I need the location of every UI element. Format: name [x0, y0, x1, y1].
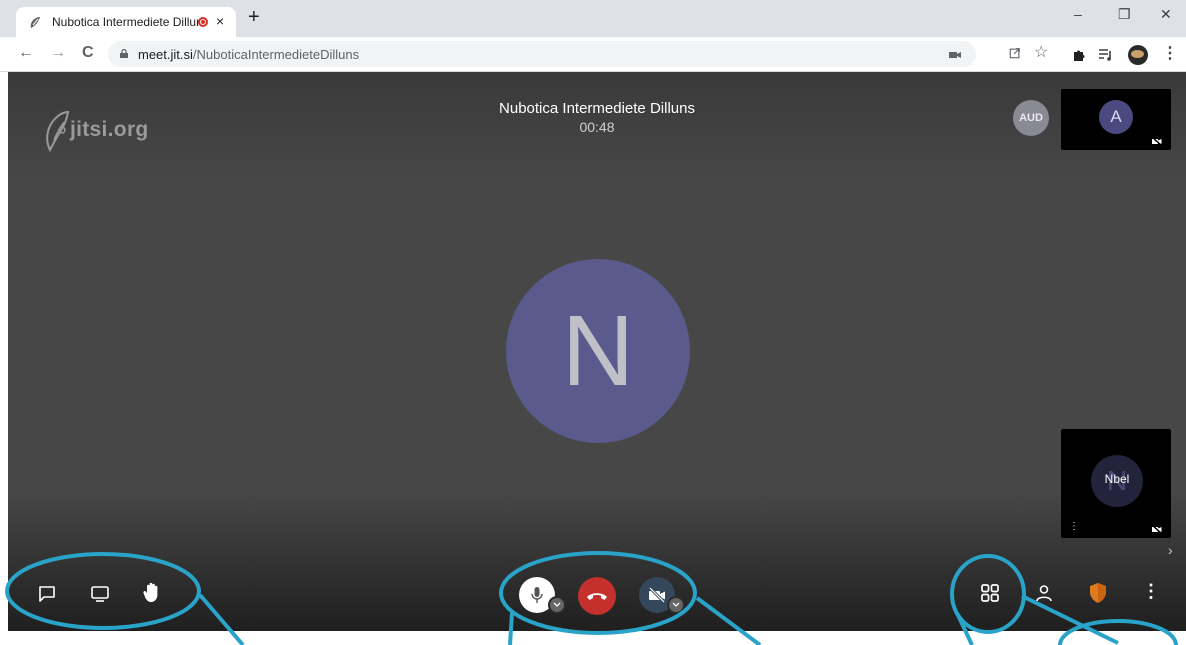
security-shield-icon[interactable]: [1089, 582, 1107, 604]
toggle-filmstrip-icon[interactable]: ›: [1168, 542, 1173, 558]
video-off-icon: [1152, 137, 1162, 146]
chevron-down-icon: [553, 602, 561, 607]
profile-avatar[interactable]: [1128, 45, 1148, 65]
url-text: meet.jit.si/NuboticaIntermedieteDilluns: [138, 47, 359, 62]
meeting-timer: 00:48: [579, 119, 615, 135]
jitsi-favicon-icon: [30, 17, 40, 28]
chevron-down-icon: [672, 602, 680, 607]
media-queue-icon[interactable]: [1098, 48, 1114, 62]
browser-toolbar: ← → C meet.jit.si/NuboticaIntermedieteDi…: [0, 37, 1186, 72]
camera-in-use-icon[interactable]: [948, 49, 962, 61]
video-off-icon: [1152, 525, 1162, 534]
lock-icon: [120, 49, 128, 58]
local-participant-name: Nbel: [1104, 472, 1130, 486]
chat-icon[interactable]: [38, 585, 56, 603]
tab-close-icon[interactable]: ×: [216, 13, 224, 29]
tab-title: Nubotica Intermediete Dillun: [52, 15, 202, 29]
address-bar[interactable]: meet.jit.si/NuboticaIntermedieteDilluns: [108, 41, 976, 67]
audio-participant-badge[interactable]: AUD: [1013, 100, 1049, 136]
url-path: /NuboticaIntermedieteDilluns: [192, 47, 360, 62]
camera-options-chevron-icon[interactable]: [667, 596, 685, 614]
thumbnail-options-icon[interactable]: ⋮: [1069, 521, 1079, 532]
local-participant-avatar: N Nbel: [1091, 455, 1143, 507]
tab-strip: Nubotica Intermediete Dillun × + – ❐ ✕: [0, 0, 1186, 37]
microphone-options-chevron-icon[interactable]: [548, 596, 566, 614]
extensions-puzzle-icon[interactable]: [1072, 48, 1086, 62]
window-close-button[interactable]: ✕: [1160, 6, 1172, 23]
participant-a-avatar: A: [1099, 100, 1133, 134]
bookmark-star-icon[interactable]: ☆: [1034, 45, 1048, 61]
url-host: meet.jit.si: [138, 47, 193, 62]
dominant-speaker-initial: N: [561, 295, 635, 407]
recording-indicator-icon: [198, 17, 208, 27]
screen-share-icon[interactable]: [90, 585, 110, 603]
open-external-icon[interactable]: [1008, 47, 1022, 59]
back-button[interactable]: ←: [18, 45, 34, 61]
browser-tab[interactable]: Nubotica Intermediete Dillun ×: [16, 7, 236, 37]
more-options-icon[interactable]: ⋮: [1142, 581, 1160, 602]
new-tab-button[interactable]: +: [248, 7, 260, 27]
hangup-button[interactable]: [578, 577, 616, 615]
tile-view-icon[interactable]: [980, 583, 1000, 603]
meeting-title: Nubotica Intermediete Dilluns: [499, 100, 695, 117]
dominant-speaker-avatar: N: [506, 259, 690, 443]
participants-icon[interactable]: [1034, 583, 1054, 603]
microphone-icon: [531, 587, 543, 603]
reload-button[interactable]: C: [82, 45, 94, 61]
browser-menu-icon[interactable]: ⋮: [1162, 46, 1178, 62]
raise-hand-icon[interactable]: [142, 581, 162, 603]
meeting-stage: jitsi.org Nubotica Intermediete Dilluns …: [8, 72, 1186, 631]
participant-thumbnail-local[interactable]: N Nbel ⋮: [1061, 429, 1171, 538]
hangup-icon: [587, 593, 607, 600]
window-minimize-button[interactable]: –: [1074, 6, 1082, 22]
participant-thumbnail-a[interactable]: A: [1061, 89, 1171, 150]
window-restore-button[interactable]: ❐: [1118, 6, 1131, 23]
camera-off-icon: [648, 587, 666, 603]
forward-button[interactable]: →: [50, 45, 66, 61]
